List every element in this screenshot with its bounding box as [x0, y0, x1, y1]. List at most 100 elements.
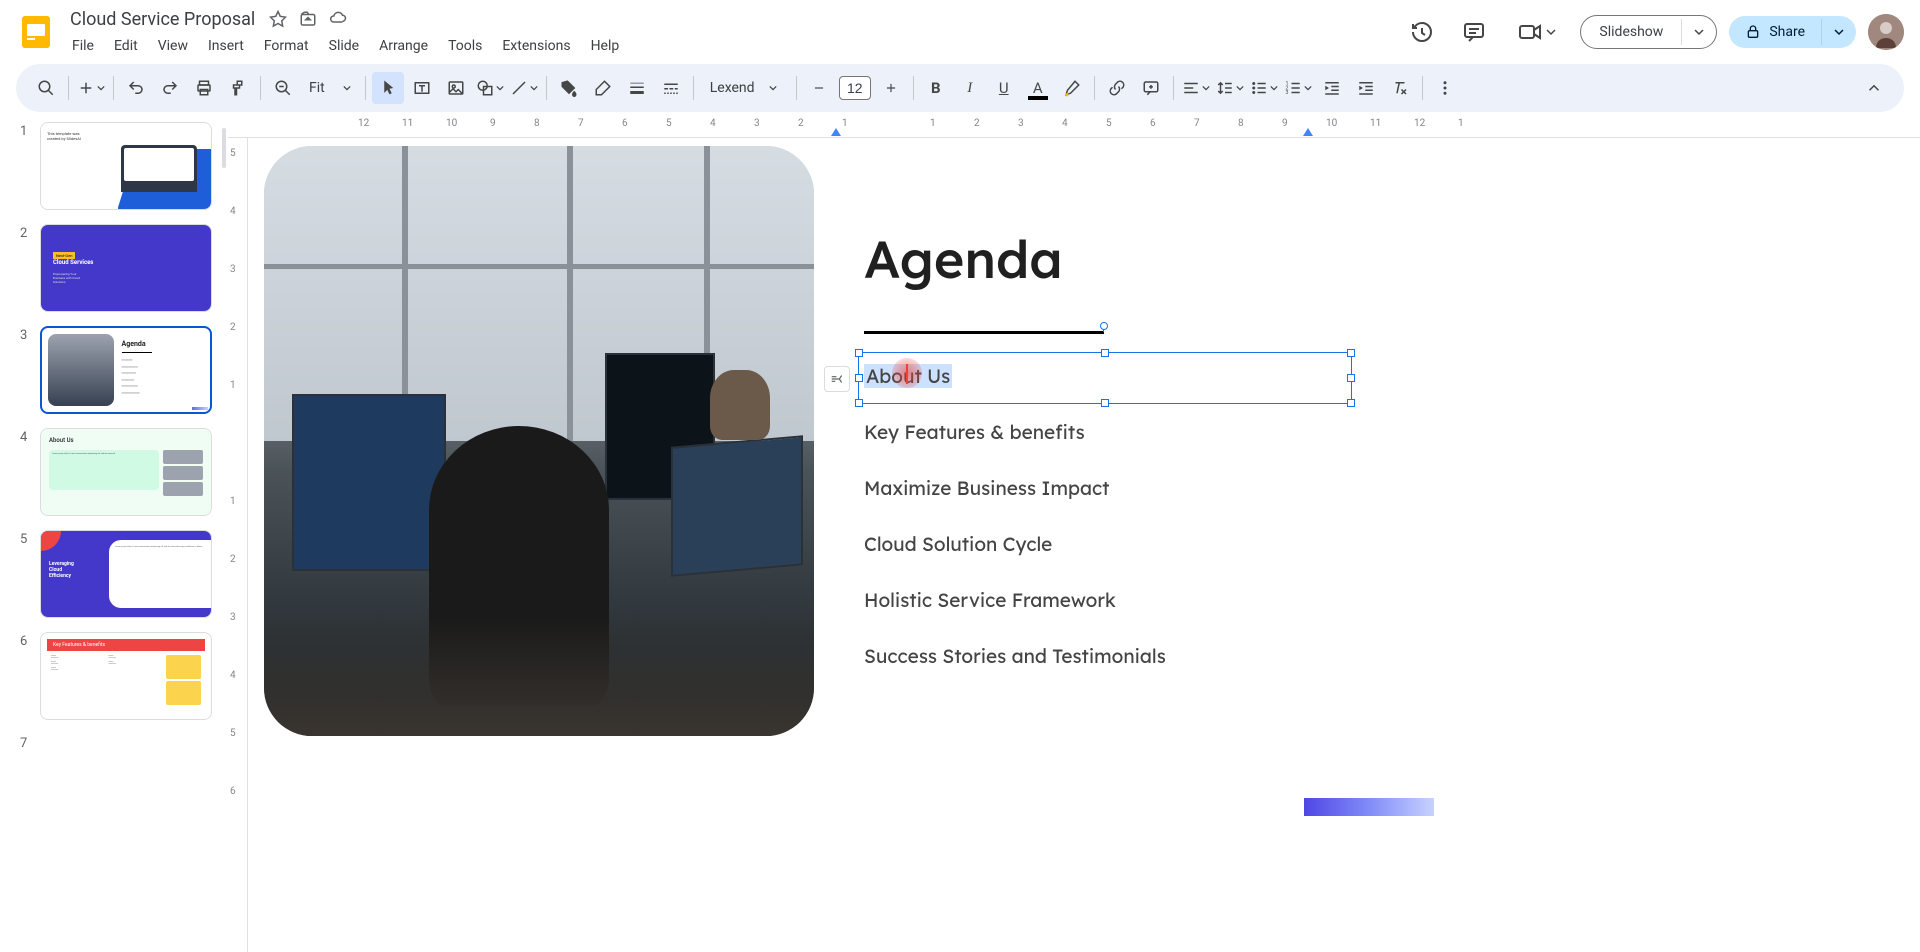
resize-handle-se[interactable] [1347, 399, 1355, 407]
move-icon[interactable] [299, 10, 317, 28]
title-underline[interactable] [864, 331, 1104, 334]
resize-handle-sw[interactable] [855, 399, 863, 407]
app-logo[interactable] [16, 12, 56, 52]
menu-tools[interactable]: Tools [440, 34, 490, 58]
menu-file[interactable]: File [64, 34, 102, 58]
agenda-item-4[interactable]: Cloud Solution Cycle [864, 532, 1166, 556]
share-button[interactable]: Share [1729, 16, 1821, 48]
ruler-tick: 1 [842, 118, 848, 129]
slide-thumbnail-1[interactable]: This template wascreated by SlidesAI [40, 122, 212, 210]
menu-edit[interactable]: Edit [106, 34, 146, 58]
hide-menus-button[interactable] [1858, 72, 1890, 104]
horizontal-ruler[interactable]: /* ruler populated below */ 121110987654… [228, 118, 1920, 138]
slide-thumbnail-4[interactable]: About Us Lorem ipsum dolor sit amet cons… [40, 428, 212, 516]
canvas-area: /* ruler populated below */ 121110987654… [228, 118, 1920, 952]
print-button[interactable] [188, 72, 220, 104]
menu-help[interactable]: Help [583, 34, 628, 58]
menu-arrange[interactable]: Arrange [371, 34, 436, 58]
shape-tool[interactable] [474, 72, 506, 104]
font-select[interactable]: Lexend [700, 76, 790, 100]
resize-handle-nw[interactable] [855, 349, 863, 357]
numbered-list-button[interactable]: 123 [1282, 72, 1314, 104]
title-bar: Cloud Service Proposal File Edit View In… [0, 0, 1920, 64]
slide-canvas[interactable]: Agenda [264, 146, 1444, 826]
insert-comment-button[interactable] [1135, 72, 1167, 104]
slide-number: 6 [20, 632, 40, 720]
align-button[interactable] [1180, 72, 1212, 104]
ruler-tick: 3 [230, 264, 236, 275]
menu-view[interactable]: View [150, 34, 196, 58]
menu-format[interactable]: Format [256, 34, 317, 58]
agenda-item-2[interactable]: Key Features & benefits [864, 420, 1166, 444]
paint-format-button[interactable] [222, 72, 254, 104]
border-weight-button[interactable] [621, 72, 653, 104]
agenda-item-5[interactable]: Holistic Service Framework [864, 588, 1166, 612]
agenda-item-6[interactable]: Success Stories and Testimonials [864, 644, 1166, 668]
main-area: 1 This template wascreated by SlidesAI 2… [0, 118, 1920, 952]
border-color-button[interactable] [587, 72, 619, 104]
star-icon[interactable] [269, 10, 287, 28]
account-avatar[interactable] [1868, 14, 1904, 50]
resize-handle-n[interactable] [1101, 349, 1109, 357]
menu-extensions[interactable]: Extensions [494, 34, 578, 58]
text-box-tool[interactable] [406, 72, 438, 104]
font-size-increase[interactable] [875, 72, 907, 104]
new-slide-button[interactable] [75, 72, 107, 104]
slideshow-dropdown[interactable] [1681, 19, 1716, 45]
history-button[interactable] [1402, 12, 1442, 52]
italic-button[interactable]: I [954, 72, 986, 104]
menu-insert[interactable]: Insert [200, 34, 252, 58]
select-tool[interactable] [372, 72, 404, 104]
resize-handle-ne[interactable] [1347, 349, 1355, 357]
undo-button[interactable] [120, 72, 152, 104]
zoom-select[interactable]: Fit [301, 76, 359, 100]
slide-thumbnail-6[interactable]: Key Features & benefits ━━━━━━━━━━━━━━━━… [40, 632, 212, 720]
share-dropdown[interactable] [1821, 19, 1856, 45]
zoom-button[interactable] [267, 72, 299, 104]
underline-button[interactable]: U [988, 72, 1020, 104]
ruler-tick: 2 [230, 322, 236, 333]
clear-formatting-button[interactable] [1384, 72, 1416, 104]
line-spacing-button[interactable] [1214, 72, 1246, 104]
slide-image[interactable] [264, 146, 814, 736]
border-dash-button[interactable] [655, 72, 687, 104]
slide-panel[interactable]: 1 This template wascreated by SlidesAI 2… [0, 118, 220, 952]
slideshow-button[interactable]: Slideshow [1581, 16, 1681, 48]
bulleted-list-button[interactable] [1248, 72, 1280, 104]
line-tool[interactable] [508, 72, 540, 104]
ruler-tick: 1 [1458, 118, 1464, 129]
document-title[interactable]: Cloud Service Proposal [64, 7, 261, 32]
image-tool[interactable] [440, 72, 472, 104]
autofit-button[interactable] [824, 366, 850, 392]
redo-button[interactable] [154, 72, 186, 104]
slide-thumbnail-3[interactable]: Agenda ━━━━━━━━━━━━━━━━━━━━━━━━━━━━━━━━━… [40, 326, 212, 414]
rotate-handle[interactable] [1100, 322, 1108, 330]
more-options-button[interactable] [1429, 72, 1461, 104]
font-size-input[interactable] [839, 76, 871, 100]
ruler-indent-right[interactable] [1303, 128, 1313, 136]
ruler-indent-left[interactable] [831, 128, 841, 136]
comments-button[interactable] [1454, 12, 1494, 52]
meet-button[interactable] [1506, 12, 1568, 52]
slide-thumbnail-2[interactable]: Next-Gen Cloud Services Empowering YourB… [40, 224, 212, 312]
slide-thumbnail-5[interactable]: LeveragingCloudEfficiency Lorem ipsum do… [40, 530, 212, 618]
text-color-button[interactable]: A [1022, 72, 1054, 104]
increase-indent-button[interactable] [1350, 72, 1382, 104]
slide-title[interactable]: Agenda [864, 226, 1063, 291]
cloud-status-icon[interactable] [329, 10, 347, 28]
menu-slide[interactable]: Slide [321, 34, 367, 58]
agenda-item-3[interactable]: Maximize Business Impact [864, 476, 1166, 500]
highlight-color-button[interactable] [1056, 72, 1088, 104]
bold-button[interactable]: B [920, 72, 952, 104]
ruler-tick: 2 [230, 554, 236, 565]
font-size-decrease[interactable] [803, 72, 835, 104]
search-menus-button[interactable] [30, 72, 62, 104]
vertical-ruler[interactable]: 54321123456 [228, 138, 248, 952]
agenda-item-1[interactable]: About Us [864, 364, 1166, 388]
panel-resizer[interactable] [220, 118, 228, 952]
insert-link-button[interactable] [1101, 72, 1133, 104]
resize-handle-w[interactable] [855, 374, 863, 382]
fill-color-button[interactable] [553, 72, 585, 104]
resize-handle-e[interactable] [1347, 374, 1355, 382]
decrease-indent-button[interactable] [1316, 72, 1348, 104]
